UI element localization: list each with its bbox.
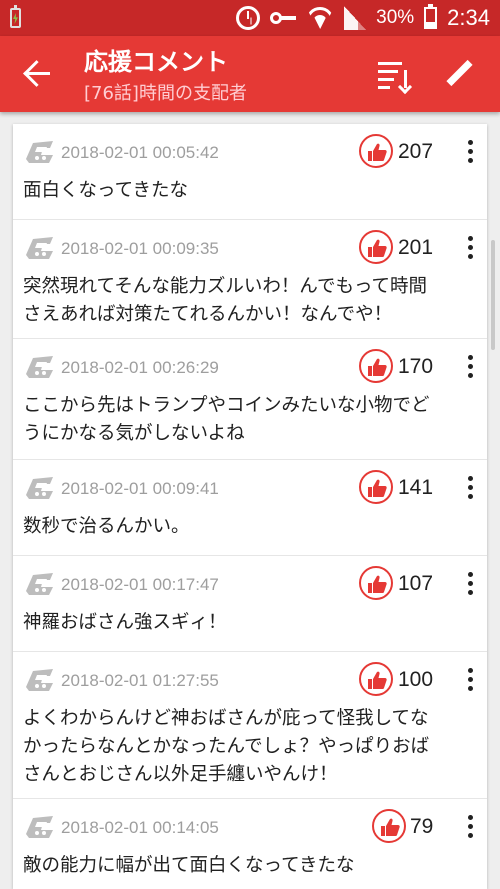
status-bar: 30% 2:34 [0, 0, 500, 36]
clock: 2:34 [447, 5, 490, 30]
more-vert-icon[interactable] [468, 668, 474, 692]
comment-date: 2018-02-01 00:17:47 [61, 575, 219, 594]
app-bar: 応援コメント [76話]時間の支配者 [0, 36, 500, 112]
user-avatar-icon [23, 354, 57, 380]
battery-icon [424, 4, 438, 29]
user-avatar-icon [23, 571, 57, 597]
arrow-back-icon[interactable] [24, 60, 52, 88]
comment-item[interactable]: 2018-02-01 00:09:35 201 突然現れてそんな能力ズルいわ！んでも… [13, 220, 487, 339]
more-vert-icon[interactable] [468, 355, 474, 379]
like-count: 201 [398, 236, 434, 259]
comment-text: 神羅おばさん強スギィ！ [23, 612, 227, 633]
sort-icon[interactable] [378, 58, 412, 92]
battery-percent: 30% [376, 7, 415, 28]
like-count: 207 [398, 140, 434, 163]
comment-text: ここから先はトランプやコインみたいな小物でど うにかなる気がしないよね [23, 395, 430, 444]
comment-date: 2018-02-01 00:14:05 [61, 818, 219, 837]
user-avatar-icon [23, 139, 57, 165]
more-vert-icon[interactable] [468, 572, 474, 596]
like-button[interactable] [359, 662, 393, 696]
more-vert-icon[interactable] [468, 236, 474, 260]
comment-item[interactable]: 2018-02-01 00:17:47 107 神羅おばさん強スギィ！ [13, 556, 487, 652]
like-count: 100 [398, 668, 434, 691]
comment-item[interactable]: 2018-02-01 00:05:42 207 面白くなってきたな [13, 124, 487, 220]
more-vert-icon[interactable] [468, 815, 474, 839]
like-count: 79 [410, 815, 434, 838]
user-avatar-icon [23, 814, 57, 840]
comment-item[interactable]: 2018-02-01 00:09:41 141 数秒で治るんかい。 [13, 460, 487, 556]
vpn-key-icon [270, 12, 297, 24]
like-button[interactable] [359, 134, 393, 168]
page-title: 応援コメント [84, 48, 228, 76]
comment-date: 2018-02-01 00:26:29 [61, 358, 219, 377]
like-count: 107 [398, 572, 434, 595]
page-subtitle: [76話]時間の支配者 [84, 83, 247, 104]
comment-text: 数秒で治るんかい。 [23, 516, 190, 537]
edit-icon[interactable] [446, 60, 474, 88]
scrollbar[interactable] [491, 240, 495, 350]
comment-date: 2018-02-01 00:09:41 [61, 479, 219, 498]
user-avatar-icon [23, 235, 57, 261]
like-button[interactable] [359, 470, 393, 504]
like-button[interactable] [359, 349, 393, 383]
more-vert-icon[interactable] [468, 476, 474, 500]
comment-list: 2018-02-01 00:05:42 207 面白くなってきたな 2018-02-0… [13, 124, 487, 889]
comment-text: 突然現れてそんな能力ズルいわ！んでもって時間 さえあれば対策たてれるんかい！なん… [23, 276, 428, 325]
like-count: 170 [398, 355, 434, 378]
user-avatar-icon [23, 667, 57, 693]
like-button[interactable] [359, 230, 393, 264]
comment-item[interactable]: 2018-02-01 00:26:29 170 ここから先はトランプやコインみたいな… [13, 339, 487, 460]
like-button[interactable] [359, 566, 393, 600]
like-count: 141 [398, 476, 434, 499]
wifi-icon [306, 7, 334, 29]
battery-saver-icon [10, 5, 21, 28]
comment-item[interactable]: 2018-02-01 00:14:05 79 敵の能力に幅が出て面白くなってきたな [13, 799, 487, 889]
comment-date: 2018-02-01 01:27:55 [61, 671, 219, 690]
comment-text: 面白くなってきたな [23, 180, 189, 201]
more-vert-icon[interactable] [468, 140, 474, 164]
comment-item[interactable]: 2018-02-01 01:27:55 100 よくわからんけど神おばさんが庇って怪… [13, 652, 487, 799]
comment-text: よくわからんけど神おばさんが庇って怪我してな かったらなんとかなったんでしょ？や… [23, 708, 430, 785]
like-button[interactable] [372, 809, 406, 843]
user-avatar-icon [23, 475, 57, 501]
comment-date: 2018-02-01 00:05:42 [61, 143, 219, 162]
signal-icon [344, 6, 367, 30]
comment-text: 敵の能力に幅が出て面白くなってきたな [23, 855, 355, 876]
alarm-icon [236, 6, 261, 30]
comment-date: 2018-02-01 00:09:35 [61, 239, 219, 258]
